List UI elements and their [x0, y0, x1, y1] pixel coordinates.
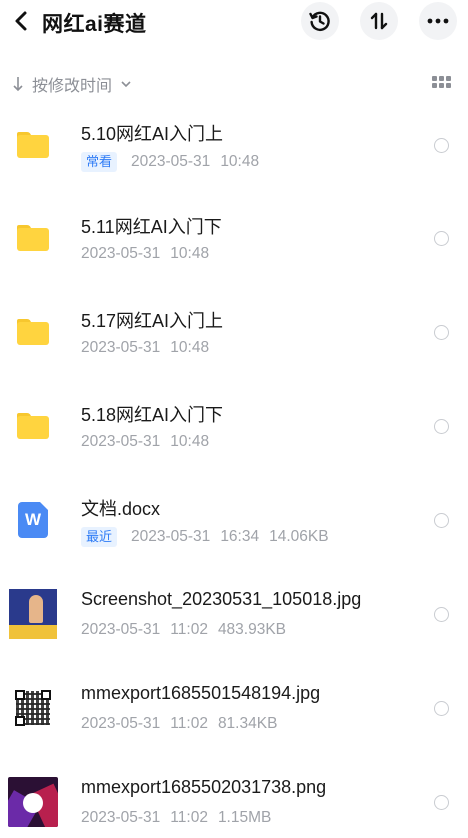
- file-name: 5.18网红AI入门下: [81, 405, 224, 425]
- sort-selector[interactable]: 按修改时间: [10, 72, 132, 96]
- history-icon: [309, 11, 330, 31]
- image-thumbnail: [8, 777, 58, 827]
- status-badge: 最近: [81, 527, 118, 547]
- sort-button[interactable]: [360, 2, 398, 40]
- sort-arrows-icon: [370, 12, 388, 30]
- list-item[interactable]: mmexport1685502031738.png 2023-05-31 11:…: [0, 763, 468, 838]
- down-arrow-icon: [10, 76, 26, 92]
- file-date: 2023-05-31: [81, 433, 161, 450]
- file-size: 14.06KB: [269, 528, 329, 545]
- chevron-left-icon: [15, 11, 27, 31]
- file-name: Screenshot_20230531_105018.jpg: [81, 589, 362, 609]
- file-time: 11:02: [170, 621, 208, 638]
- folder-icon: [8, 120, 58, 170]
- file-time: 11:02: [170, 809, 208, 826]
- top-bar: 网红ai赛道: [0, 0, 468, 44]
- select-radio[interactable]: [434, 513, 449, 528]
- sort-label: 按修改时间: [32, 78, 113, 95]
- list-item[interactable]: mmexport1685501548194.jpg 2023-05-31 11:…: [0, 669, 468, 762]
- file-name: 5.11网红AI入门下: [81, 217, 222, 237]
- file-date: 2023-05-31: [81, 809, 161, 826]
- select-radio[interactable]: [434, 419, 449, 434]
- file-size: 483.93KB: [217, 621, 287, 638]
- file-meta: 2023-05-31 10:48: [81, 339, 209, 357]
- file-date: 2023-05-31: [131, 528, 211, 545]
- list-item[interactable]: W 文档.docx 最近 2023-05-31 16:34 14.06KB: [0, 481, 468, 574]
- file-date: 2023-05-31: [81, 621, 161, 638]
- file-date: 2023-05-31: [81, 245, 161, 262]
- select-radio[interactable]: [434, 701, 449, 716]
- file-date: 2023-05-31: [131, 153, 211, 170]
- list-item[interactable]: 5.11网红AI入门下 2023-05-31 10:48: [0, 199, 468, 292]
- file-name: 5.10网红AI入门上: [81, 124, 224, 144]
- word-doc-icon: W: [8, 495, 58, 545]
- folder-icon: [8, 213, 58, 263]
- list-item[interactable]: 5.18网红AI入门下 2023-05-31 10:48: [0, 387, 468, 480]
- select-radio[interactable]: [434, 138, 449, 153]
- file-time: 10:48: [170, 245, 210, 262]
- folder-icon: [8, 401, 58, 451]
- file-meta: 2023-05-31 10:48: [81, 433, 209, 451]
- file-time: 10:48: [220, 153, 260, 170]
- file-name: mmexport1685501548194.jpg: [81, 683, 321, 703]
- file-meta: 2023-05-31 10:48: [81, 245, 209, 263]
- back-button[interactable]: [6, 6, 36, 36]
- file-size: 1.15MB: [217, 809, 272, 826]
- list-item[interactable]: 5.17网红AI入门上 2023-05-31 10:48: [0, 293, 468, 386]
- file-meta: 常看 2023-05-31 10:48: [81, 152, 259, 172]
- more-button[interactable]: [419, 2, 457, 40]
- grid-view-icon[interactable]: [432, 76, 452, 92]
- select-radio[interactable]: [434, 231, 449, 246]
- file-date: 2023-05-31: [81, 715, 161, 732]
- chevron-down-icon: [120, 80, 132, 88]
- select-radio[interactable]: [434, 325, 449, 340]
- file-time: 11:02: [170, 715, 208, 732]
- file-name: mmexport1685502031738.png: [81, 777, 327, 797]
- file-time: 10:48: [170, 339, 210, 356]
- more-dots-icon: [427, 18, 449, 24]
- image-thumbnail: [8, 589, 58, 639]
- file-meta: 2023-05-31 11:02 483.93KB: [81, 621, 286, 639]
- file-meta: 2023-05-31 11:02 1.15MB: [81, 809, 271, 827]
- qr-code-thumbnail: [8, 683, 58, 733]
- file-date: 2023-05-31: [81, 339, 161, 356]
- file-time: 16:34: [220, 528, 260, 545]
- select-radio[interactable]: [434, 607, 449, 622]
- file-time: 10:48: [170, 433, 210, 450]
- file-meta: 最近 2023-05-31 16:34 14.06KB: [81, 527, 329, 547]
- status-badge: 常看: [81, 152, 118, 172]
- file-name: 5.17网红AI入门上: [81, 311, 224, 331]
- file-name: 文档.docx: [81, 499, 161, 519]
- folder-icon: [8, 307, 58, 357]
- select-radio[interactable]: [434, 795, 449, 810]
- file-size: 81.34KB: [217, 715, 278, 732]
- page-title: 网红ai赛道: [42, 13, 147, 36]
- list-item[interactable]: 5.10网红AI入门上 常看 2023-05-31 10:48: [0, 106, 468, 199]
- list-item[interactable]: Screenshot_20230531_105018.jpg 2023-05-3…: [0, 575, 468, 668]
- history-button[interactable]: [301, 2, 339, 40]
- file-meta: 2023-05-31 11:02 81.34KB: [81, 715, 277, 733]
